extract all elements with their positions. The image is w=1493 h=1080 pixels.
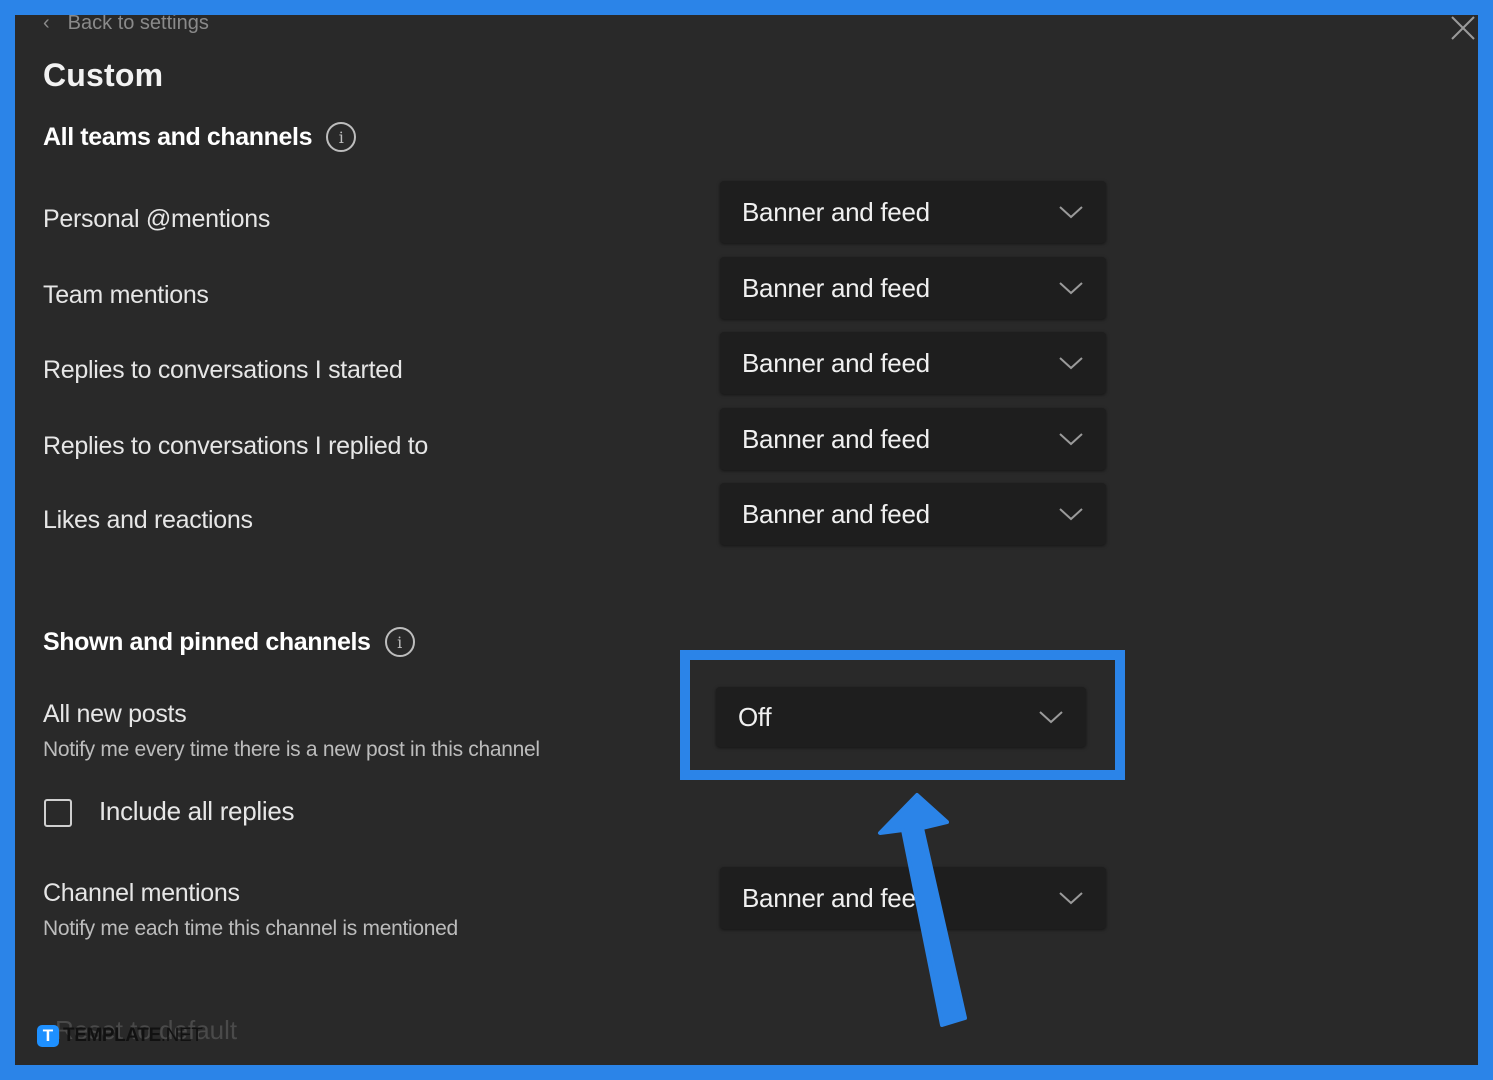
dropdown-value: Off — [738, 701, 772, 732]
label-all-new-posts: All new posts — [43, 700, 187, 728]
dropdown-likes-reactions[interactable]: Banner and feed — [720, 483, 1106, 545]
chevron-down-icon — [1039, 711, 1063, 724]
template-logo-icon: T — [37, 1025, 59, 1047]
info-icon[interactable]: i — [326, 122, 357, 152]
label-replies-replied: Replies to conversations I replied to — [43, 432, 428, 460]
watermark-brand: TEMPLATE — [63, 1025, 161, 1046]
watermark: T TEMPLATE.NET — [37, 1025, 203, 1047]
section-title-text: All teams and channels — [43, 122, 313, 151]
dropdown-value: Banner and feed — [742, 882, 930, 913]
section-title-shown-pinned: Shown and pinned channels i — [43, 627, 415, 657]
dropdown-channel-mentions[interactable]: Banner and feed — [720, 867, 1106, 929]
section-title-text: Shown and pinned channels — [43, 627, 371, 656]
back-to-settings-label: Back to settings — [67, 15, 209, 34]
chevron-down-icon — [1059, 433, 1083, 446]
dropdown-value: Banner and feed — [742, 423, 930, 454]
back-to-settings-link[interactable]: ‹ Back to settings — [43, 15, 209, 35]
dropdown-team-mentions[interactable]: Banner and feed — [720, 257, 1106, 319]
section-title-all-teams: All teams and channels i — [43, 122, 357, 152]
chevron-down-icon — [1059, 508, 1083, 521]
include-all-replies-label[interactable]: Include all replies — [99, 796, 295, 827]
label-team-mentions: Team mentions — [43, 281, 209, 309]
dropdown-personal-mentions[interactable]: Banner and feed — [720, 181, 1106, 243]
close-button[interactable] — [1448, 15, 1478, 43]
include-all-replies-checkbox[interactable] — [44, 799, 72, 827]
chevron-down-icon — [1059, 282, 1083, 295]
dropdown-all-new-posts[interactable]: Off — [716, 687, 1086, 747]
dropdown-value: Banner and feed — [742, 196, 930, 227]
settings-panel: ‹ Back to settings Custom All teams and … — [15, 15, 1478, 1065]
dropdown-value: Banner and feed — [742, 347, 930, 378]
label-replies-started: Replies to conversations I started — [43, 356, 403, 384]
watermark-text: TEMPLATE.NET — [63, 1025, 203, 1047]
chevron-down-icon — [1059, 206, 1083, 219]
description-all-new-posts: Notify me every time there is a new post… — [43, 738, 540, 761]
page-title: Custom — [43, 57, 164, 93]
dropdown-value: Banner and feed — [742, 498, 930, 529]
close-icon — [1451, 16, 1475, 40]
description-channel-mentions: Notify me each time this channel is ment… — [43, 917, 458, 940]
chevron-down-icon — [1059, 892, 1083, 905]
dropdown-replies-replied[interactable]: Banner and feed — [720, 408, 1106, 470]
label-likes-reactions: Likes and reactions — [43, 506, 253, 534]
dropdown-replies-started[interactable]: Banner and feed — [720, 332, 1106, 394]
dropdown-value: Banner and feed — [742, 272, 930, 303]
info-icon[interactable]: i — [384, 627, 415, 657]
watermark-suffix: .NET — [160, 1025, 203, 1046]
chevron-left-icon: ‹ — [43, 15, 50, 34]
label-channel-mentions: Channel mentions — [43, 879, 240, 907]
label-personal-mentions: Personal @mentions — [43, 205, 271, 233]
chevron-down-icon — [1059, 357, 1083, 370]
